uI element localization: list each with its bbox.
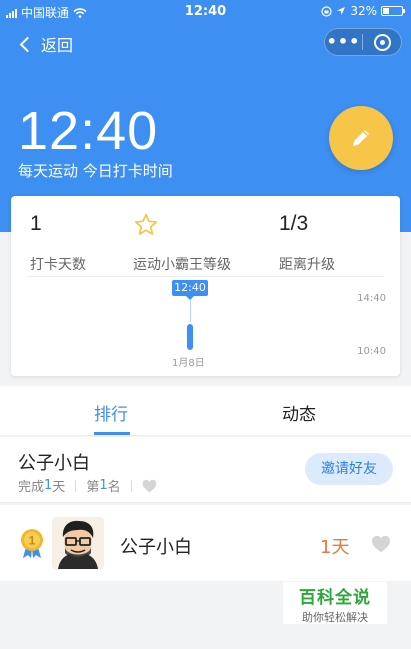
card-divider xyxy=(27,276,384,277)
ranking-days: 1天 xyxy=(320,537,350,558)
mini-program-capsule: ••• xyxy=(324,28,402,56)
timeline-axis xyxy=(190,300,191,322)
tab-ranking[interactable]: 排行 xyxy=(94,400,128,425)
done-suffix: 天 xyxy=(52,480,66,495)
heart-icon[interactable] xyxy=(142,479,157,493)
more-menu-button[interactable]: ••• xyxy=(325,34,362,50)
rank-suffix: 名 xyxy=(107,480,121,495)
watermark-title: 百科全说 xyxy=(299,588,371,608)
back-button[interactable]: 返回 xyxy=(18,32,73,56)
tab-activity[interactable]: 动态 xyxy=(282,400,316,425)
stat-value: 1 xyxy=(30,212,42,235)
stat-upgrade: 1/3 距离升级 xyxy=(279,212,335,274)
ranking-user-name: 公子小白 xyxy=(120,537,192,558)
timeline-date: 1月8日 xyxy=(172,358,205,369)
timeline-checkin-bar xyxy=(187,324,193,350)
invite-friends-button[interactable]: 邀请好友 xyxy=(305,453,393,485)
gold-medal-icon: 1 xyxy=(18,527,46,563)
status-bar: 中国联通 12:40 32% xyxy=(0,0,411,22)
battery-icon xyxy=(381,6,405,16)
my-summary: 公子小白 完成 1 天 第 1 名 邀请好友 xyxy=(0,437,411,503)
stat-checkin-days: 1 打卡天数 xyxy=(30,212,86,274)
rotation-lock-icon xyxy=(321,5,332,17)
heart-icon[interactable] xyxy=(371,535,391,553)
edit-button[interactable] xyxy=(329,106,393,170)
chevron-left-icon xyxy=(19,36,36,52)
done-prefix: 完成 xyxy=(18,480,45,495)
close-circle-icon xyxy=(373,33,391,51)
medal-rank: 1 xyxy=(29,534,36,548)
watermark-subtitle: 助你轻松解决 xyxy=(302,611,368,624)
my-progress: 完成 1 天 第 1 名 xyxy=(18,476,157,495)
active-tab-indicator xyxy=(94,432,130,435)
meta-divider xyxy=(75,479,77,492)
location-icon xyxy=(337,7,346,15)
tab-bar: 排行 动态 xyxy=(0,386,411,436)
done-count: 1 xyxy=(44,478,53,493)
stat-label: 距离升级 xyxy=(279,257,335,273)
rank-prefix: 第 xyxy=(86,480,100,495)
stat-level: 运动小霸王等级 xyxy=(133,212,231,274)
checkin-subtitle: 每天运动 今日打卡时间 xyxy=(18,162,173,180)
meta-divider xyxy=(130,479,132,492)
back-label: 返回 xyxy=(41,36,74,55)
battery-percent: 32% xyxy=(350,4,377,18)
close-mini-program-button[interactable] xyxy=(363,33,401,51)
checkin-time: 12:40 xyxy=(18,101,159,161)
stats-card: 1 打卡天数 运动小霸王等级 1/3 距离升级 12:40 1月8日 14:40… xyxy=(11,196,400,376)
stat-value: 1/3 xyxy=(279,212,309,235)
stat-label: 打卡天数 xyxy=(30,257,86,273)
pencil-icon xyxy=(353,130,369,146)
timeline-tick-bottom: 10:40 xyxy=(357,346,386,357)
avatar xyxy=(52,517,104,569)
rank-value: 1 xyxy=(99,478,108,493)
star-icon xyxy=(133,212,231,240)
timeline-tick-top: 14:40 xyxy=(357,293,386,304)
watermark: 百科全说 助你轻松解决 xyxy=(283,582,387,624)
stat-label: 运动小霸王等级 xyxy=(133,257,231,273)
my-name: 公子小白 xyxy=(18,453,90,474)
ranking-row[interactable]: 1 公子小白 1天 xyxy=(0,505,411,581)
timeline-time-badge: 12:40 xyxy=(172,280,208,300)
